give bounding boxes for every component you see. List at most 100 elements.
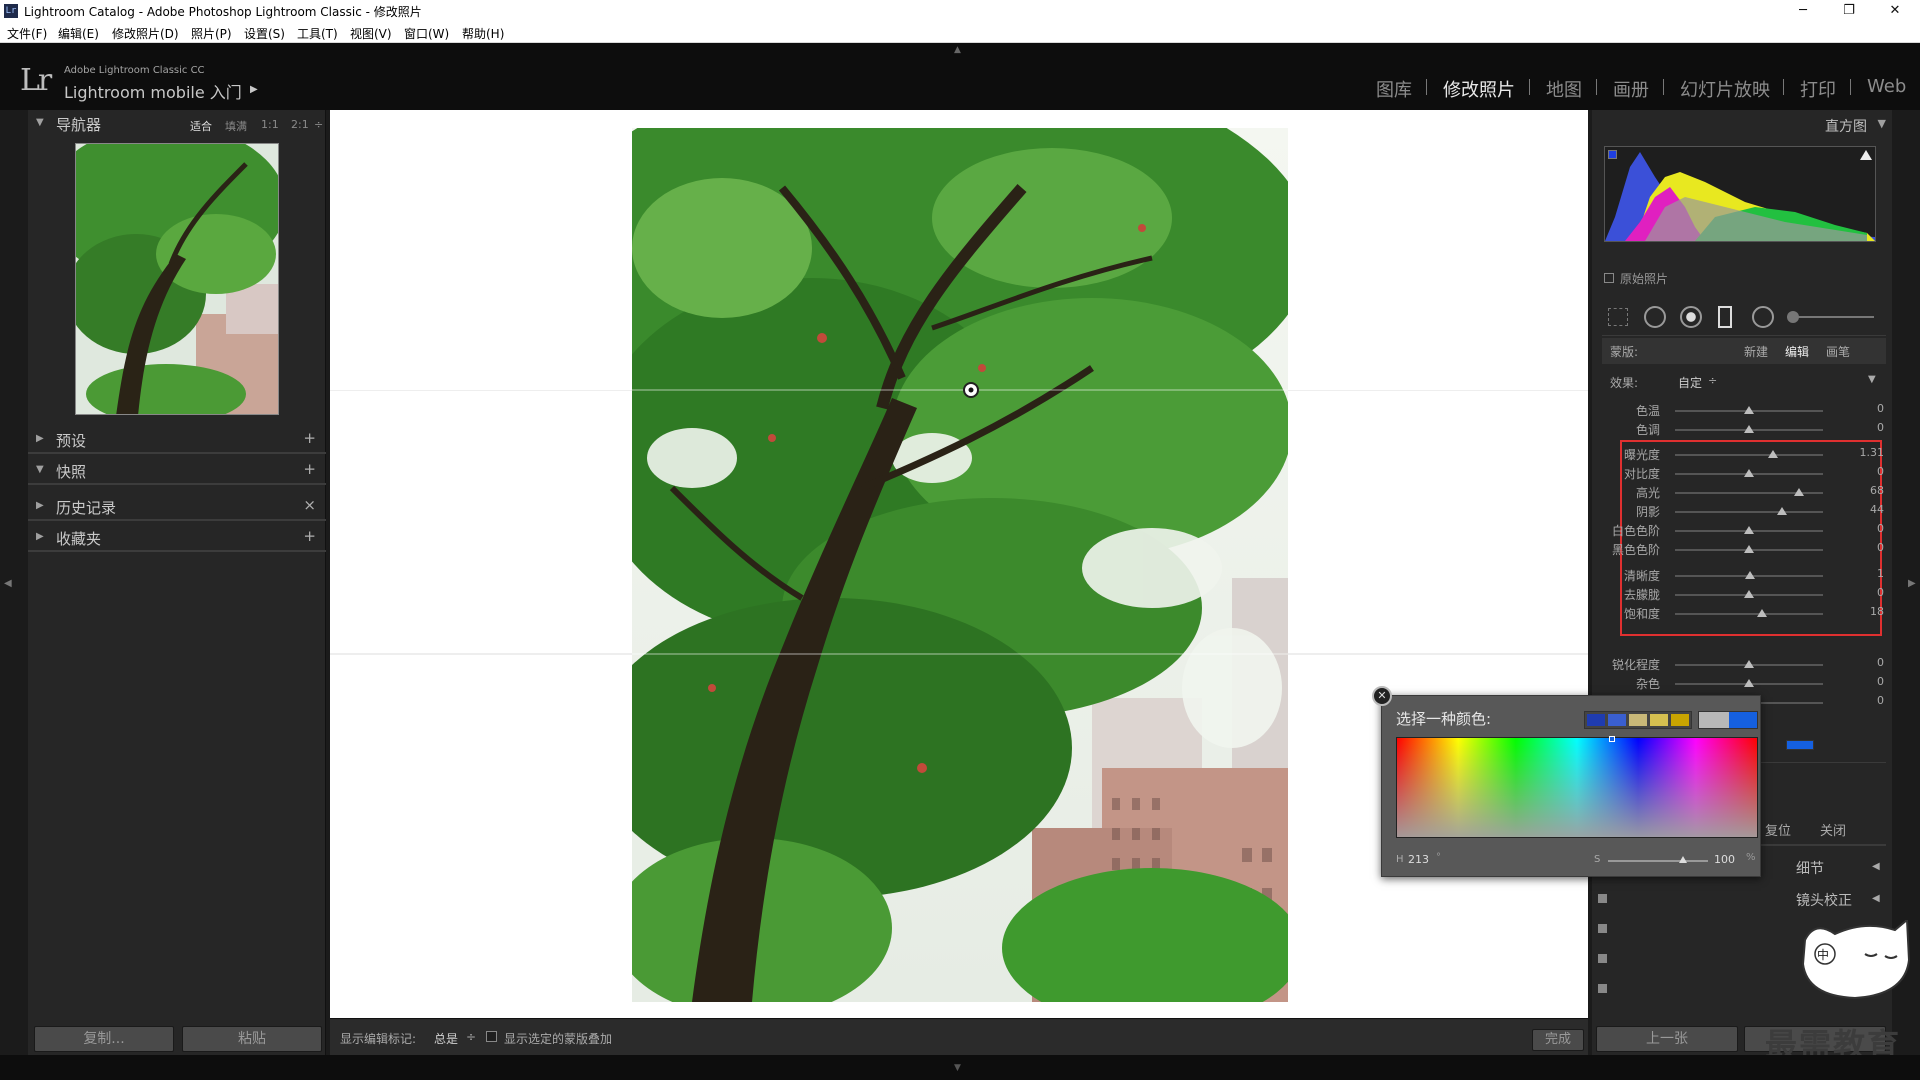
menu-view[interactable]: 视图(V) [350, 25, 392, 42]
menu-photo[interactable]: 照片(P) [191, 25, 232, 42]
saturation-slider[interactable] [1608, 860, 1708, 862]
slider-knob[interactable] [1744, 545, 1754, 553]
color-swatch[interactable] [1671, 714, 1689, 726]
slider-row[interactable]: 去朦胧 0 [1592, 585, 1892, 604]
slider-value[interactable]: 0 [1877, 586, 1884, 599]
slider-value[interactable]: 0 [1877, 522, 1884, 535]
panel-toggle-icon[interactable] [1598, 984, 1607, 993]
zoom-2-1[interactable]: 2:1 [291, 118, 309, 131]
add-collection-icon[interactable]: + [303, 527, 316, 545]
color-swatch[interactable] [1629, 714, 1647, 726]
slider-knob[interactable] [1745, 571, 1756, 579]
slider-row[interactable]: 阴影 44 [1592, 502, 1892, 521]
collapse-triangle-icon[interactable]: ▼ [36, 464, 44, 475]
slider-row[interactable]: 杂色 0 [1592, 674, 1892, 693]
slider-knob[interactable] [1776, 507, 1787, 515]
saturation-slider-knob[interactable] [1679, 856, 1687, 863]
history-header[interactable]: ▶ 历史记录 × [28, 493, 326, 521]
detail-expand-icon[interactable]: ◀ [1872, 861, 1880, 872]
module-library[interactable]: 图库 [1376, 76, 1412, 102]
slider-row[interactable]: 饱和度 18 [1592, 604, 1892, 623]
add-preset-icon[interactable]: + [303, 429, 316, 447]
slider-knob[interactable] [1744, 590, 1754, 598]
edit-marks-dropdown-icon[interactable]: ÷ [466, 1030, 476, 1044]
module-map[interactable]: 地图 [1546, 76, 1582, 102]
red-eye-icon[interactable] [1680, 306, 1702, 328]
radial-filter-icon[interactable] [1752, 306, 1774, 328]
restore-button[interactable]: ❐ [1826, 1, 1872, 21]
slider-value[interactable]: 1.31 [1860, 446, 1885, 459]
effect-preset-select[interactable]: 自定 [1678, 374, 1702, 391]
slider-row[interactable]: 高光 68 [1592, 483, 1892, 502]
effect-dropdown-icon[interactable]: ÷ [1708, 374, 1717, 387]
mobile-link[interactable]: Lightroom mobile 入门 [64, 79, 242, 103]
expand-triangle-icon[interactable]: ▶ [36, 433, 44, 444]
collections-header[interactable]: ▶ 收藏夹 + [28, 524, 326, 552]
snapshots-header[interactable]: ▼ 快照 + [28, 457, 326, 485]
slider-row[interactable]: 色温 0 [1592, 401, 1892, 420]
presets-header[interactable]: ▶ 预设 + [28, 426, 326, 454]
expand-triangle-icon[interactable]: ▶ [36, 500, 44, 511]
zoom-stepper-icon[interactable]: ÷ [314, 118, 323, 131]
slider-value[interactable]: 0 [1877, 402, 1884, 415]
saturation-value[interactable]: 100 [1714, 853, 1735, 866]
slider-track[interactable] [1675, 613, 1823, 615]
slider-value[interactable]: 0 [1877, 675, 1884, 688]
detail-title[interactable]: 细节 [1796, 858, 1824, 878]
slider-knob[interactable] [1744, 660, 1754, 668]
zoom-fill[interactable]: 填满 [225, 118, 247, 134]
module-slideshow[interactable]: 幻灯片放映 [1680, 76, 1770, 102]
collapse-triangle-icon[interactable]: ▼ [1878, 117, 1886, 130]
highlight-clipping-icon[interactable] [1860, 150, 1872, 160]
panel-toggle-top-icon[interactable]: ▲ [954, 45, 961, 55]
slider-value[interactable]: 68 [1870, 484, 1884, 497]
brush-icon[interactable] [1787, 311, 1799, 323]
slider-knob[interactable] [1744, 469, 1754, 477]
play-icon[interactable]: ▶ [250, 84, 258, 95]
slider-value[interactable]: 0 [1877, 465, 1884, 478]
close-icon[interactable]: ✕ [1372, 686, 1392, 706]
slider-row[interactable]: 黑色色阶 0 [1592, 540, 1892, 559]
color-swatch[interactable] [1587, 714, 1605, 726]
brush-slider[interactable] [1790, 316, 1874, 318]
add-snapshot-icon[interactable]: + [303, 460, 316, 478]
lens-correction-title[interactable]: 镜头校正 [1796, 890, 1852, 910]
copy-settings-button[interactable]: 复制... [34, 1026, 174, 1052]
slider-value[interactable]: 44 [1870, 503, 1884, 516]
slider-knob[interactable] [1794, 488, 1805, 496]
slider-row[interactable]: 对比度 0 [1592, 464, 1892, 483]
mask-edit-button[interactable]: 编辑 [1785, 343, 1809, 360]
color-picker-handle[interactable] [1609, 736, 1615, 742]
expand-triangle-icon[interactable]: ▶ [36, 531, 44, 542]
panel-toggle-icon[interactable] [1598, 924, 1607, 933]
previous-button[interactable]: 上一张 [1596, 1026, 1738, 1052]
zoom-1-1[interactable]: 1:1 [261, 118, 279, 131]
slider-value[interactable]: 0 [1877, 541, 1884, 554]
color-swatch[interactable] [1608, 714, 1626, 726]
navigator-preview[interactable] [75, 143, 279, 415]
menu-help[interactable]: 帮助(H) [462, 25, 504, 42]
slider-knob[interactable] [1744, 679, 1754, 687]
slider-row[interactable]: 锐化程度 0 [1592, 655, 1892, 674]
close-mask-button[interactable]: 关闭 [1820, 820, 1846, 839]
spot-removal-icon[interactable] [1644, 306, 1666, 328]
panel-toggle-icon[interactable] [1598, 954, 1607, 963]
minimize-button[interactable]: ─ [1780, 1, 1826, 21]
menu-develop[interactable]: 修改照片(D) [112, 25, 179, 42]
mask-overlay-checkbox[interactable] [486, 1031, 497, 1042]
shadow-clipping-icon[interactable] [1608, 150, 1617, 159]
done-button[interactable]: 完成 [1532, 1029, 1584, 1051]
filmstrip-toggle-icon[interactable]: ▼ [954, 1063, 961, 1073]
slider-track[interactable] [1675, 454, 1823, 456]
mask-new-button[interactable]: 新建 [1744, 343, 1768, 360]
menu-tools[interactable]: 工具(T) [297, 25, 338, 42]
slider-value[interactable]: 0 [1877, 694, 1884, 707]
module-web[interactable]: Web [1867, 76, 1906, 97]
slider-value[interactable]: 18 [1870, 605, 1884, 618]
menu-settings[interactable]: 设置(S) [244, 25, 285, 42]
slider-knob[interactable] [1744, 406, 1754, 414]
slider-knob[interactable] [1744, 526, 1754, 534]
graduated-filter-icon[interactable] [1718, 306, 1732, 328]
color-swatch-button[interactable] [1786, 740, 1814, 750]
slider-knob[interactable] [1744, 425, 1754, 433]
